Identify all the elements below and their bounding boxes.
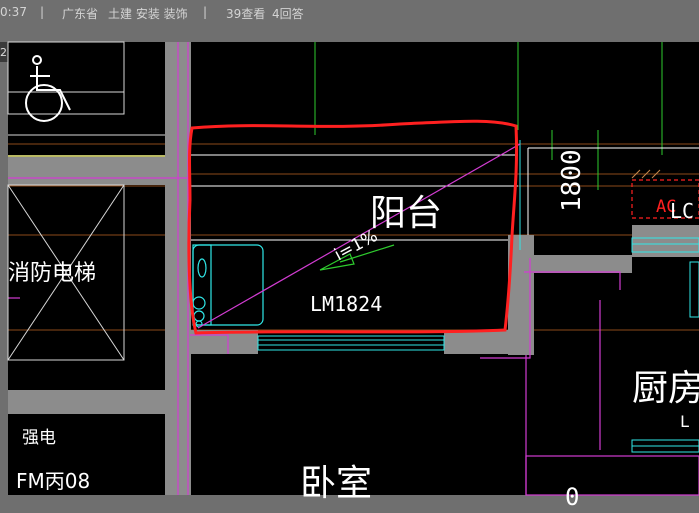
lc-label: LC — [670, 199, 694, 223]
balcony-label: 阳台 — [370, 193, 442, 234]
l-label: L — [680, 412, 690, 431]
kitchen-label: 厨房 — [632, 368, 699, 409]
fire-door-label: FM丙08 — [16, 469, 90, 493]
door-label: LM1824 — [310, 292, 382, 316]
fire-elevator-label: 消防电梯 — [8, 261, 96, 286]
cad-drawing: 2 AC LC 阳台 i=1% LM1824 1800 消防电梯 强电 FM丙0… — [0, 41, 699, 511]
bedroom-label: 卧室 — [300, 463, 372, 504]
dimension-label: 1800 — [557, 149, 587, 212]
edge-label: 2 — [0, 46, 7, 59]
strong-current-label: 强电 — [22, 428, 56, 448]
zero-label: 0 — [565, 483, 579, 511]
